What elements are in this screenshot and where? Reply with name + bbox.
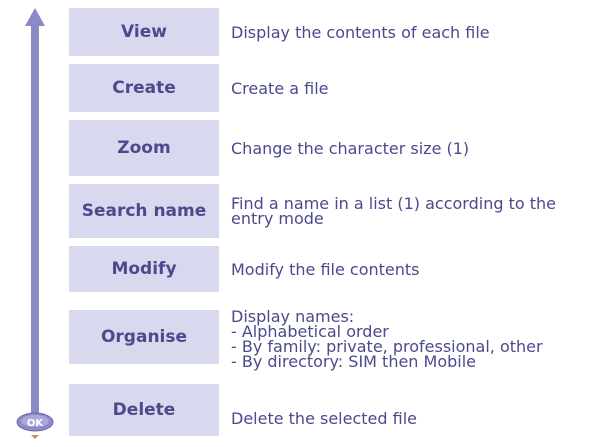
view-button[interactable]: View bbox=[69, 8, 219, 56]
modify-description: Modify the file contents bbox=[231, 259, 420, 279]
ok-navigation-key-icon[interactable]: OK bbox=[15, 407, 55, 443]
list-item-create: Create Create a file bbox=[69, 64, 598, 112]
modify-button[interactable]: Modify bbox=[69, 246, 219, 292]
view-description: Display the contents of each file bbox=[231, 22, 490, 42]
create-label: Create bbox=[112, 78, 176, 98]
list-item-organise: Organise Display names: - Alphabetical o… bbox=[69, 300, 598, 378]
delete-label: Delete bbox=[112, 400, 176, 420]
list-item-modify: Modify Modify the file contents bbox=[69, 246, 598, 292]
scroll-up-arrow bbox=[25, 8, 45, 428]
search-name-description: Find a name in a list (1) according to t… bbox=[231, 194, 556, 228]
list-item-zoom: Zoom Change the character size (1) bbox=[69, 120, 598, 176]
create-button[interactable]: Create bbox=[69, 64, 219, 112]
delete-button[interactable]: Delete bbox=[69, 384, 219, 436]
create-description: Create a file bbox=[231, 78, 329, 98]
up-arrow-icon bbox=[25, 8, 45, 422]
zoom-description: Change the character size (1) bbox=[231, 138, 470, 158]
modify-label: Modify bbox=[111, 259, 177, 279]
list-item-delete: Delete Delete the selected file bbox=[69, 384, 598, 436]
organise-label: Organise bbox=[100, 327, 188, 347]
list-item-search-name: Search name Find a name in a list (1) ac… bbox=[69, 184, 598, 238]
zoom-button[interactable]: Zoom bbox=[69, 120, 219, 176]
view-label: View bbox=[121, 22, 167, 42]
organise-button[interactable]: Organise bbox=[69, 310, 219, 364]
search-name-label: Search name bbox=[81, 201, 207, 221]
organise-description: Display names: - Alphabetical order - By… bbox=[231, 307, 543, 371]
ok-key-label: OK bbox=[27, 418, 45, 429]
list-item-view: View Display the contents of each file bbox=[69, 8, 598, 56]
search-name-button[interactable]: Search name bbox=[69, 184, 219, 238]
zoom-label: Zoom bbox=[117, 138, 171, 158]
delete-description: Delete the selected file bbox=[231, 408, 417, 428]
